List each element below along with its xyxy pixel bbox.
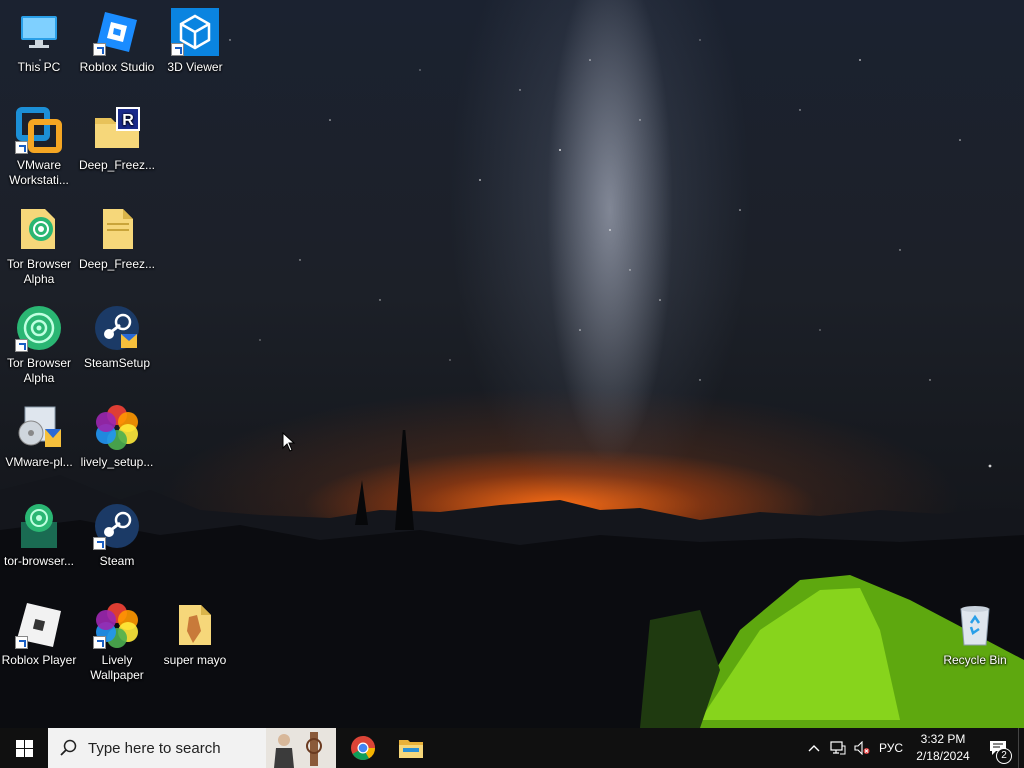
cube-icon (171, 8, 219, 56)
notification-count-badge: 2 (996, 748, 1012, 764)
shortcut-arrow-icon (93, 636, 106, 649)
desktop-icon-vmware-player-setup[interactable]: VMware-pl... (0, 403, 78, 470)
taskbar-file-explorer[interactable] (387, 728, 435, 768)
search-placeholder: Type here to search (88, 739, 221, 757)
taskbar-chrome[interactable] (339, 728, 387, 768)
mountain-silhouette (0, 430, 1024, 728)
folder-icon (399, 740, 423, 758)
shortcut-arrow-icon (15, 636, 28, 649)
icon-label: 3D Viewer (167, 60, 223, 74)
clock-date: 2/18/2024 (916, 749, 970, 763)
monitor-icon (15, 8, 63, 56)
windows-logo-icon (15, 739, 33, 757)
steam-setup-icon (93, 304, 141, 352)
icon-label: Tor Browser Alpha (6, 257, 71, 286)
tor-folder-icon (15, 205, 63, 253)
desktop-icon-this-pc[interactable]: This PC (0, 8, 78, 75)
desktop-icon-roblox-studio[interactable]: Roblox Studio (78, 8, 156, 75)
shortcut-arrow-icon (93, 43, 106, 56)
start-button[interactable] (0, 728, 48, 768)
action-center-button[interactable]: 2 (978, 728, 1018, 768)
desktop-icon-steam[interactable]: Steam (78, 502, 156, 569)
desktop-icon-recycle-bin[interactable]: Recycle Bin (936, 601, 1014, 668)
icon-label: Recycle Bin (943, 653, 1007, 667)
shortcut-arrow-icon (15, 339, 28, 352)
show-hidden-icons-button[interactable] (802, 728, 826, 768)
input-language-button[interactable]: РУС (874, 728, 908, 768)
network-button[interactable] (826, 728, 850, 768)
search-highlight-illustration-icon (266, 728, 336, 768)
roblox-studio-icon (93, 8, 141, 56)
desktop-icon-tor-browser-installer[interactable]: tor-browser... (0, 502, 78, 569)
icon-label: Lively Wallpaper (90, 653, 144, 682)
svg-text:R: R (122, 112, 134, 129)
shortcut-arrow-icon (93, 537, 106, 550)
network-icon (830, 741, 846, 755)
desktop-icon-super-mayo[interactable]: super mayo (156, 601, 234, 668)
icon-label: Roblox Studio (79, 60, 155, 74)
installer-icon (15, 403, 63, 451)
icon-label: SteamSetup (83, 356, 151, 370)
roblox-player-icon (15, 601, 63, 649)
desktop-icon-deep-freeze-1[interactable]: R Deep_Freez... (78, 106, 156, 173)
folder-icon (93, 205, 141, 253)
icon-label: Deep_Freez... (78, 257, 156, 271)
desktop-icon-vmware-workstation[interactable]: VMware Workstati... (0, 106, 78, 188)
folder-icon: R (93, 106, 141, 154)
chrome-icon (351, 736, 375, 761)
mouse-cursor-icon (282, 432, 296, 452)
icon-label: tor-browser... (3, 554, 75, 568)
steam-icon (93, 502, 141, 550)
shortcut-arrow-icon (15, 141, 28, 154)
chevron-up-icon (808, 745, 820, 752)
volume-muted-icon (854, 741, 870, 755)
desktop-icon-3d-viewer[interactable]: 3D Viewer (156, 8, 234, 75)
clock-time: 3:32 PM (920, 732, 966, 746)
icon-label: Roblox Player (1, 653, 77, 667)
system-tray: РУС 3:32 PM 2/18/2024 2 (802, 728, 1024, 768)
icon-label: Steam (99, 554, 135, 568)
icon-label: lively_setup... (80, 455, 154, 469)
tor-installer-icon (15, 502, 63, 550)
recycle-bin-icon (951, 601, 999, 649)
icon-label: Deep_Freez... (78, 158, 156, 172)
icon-label: This PC (17, 60, 61, 74)
desktop-icon-lively-setup[interactable]: lively_setup... (78, 403, 156, 470)
desktop-icon-lively-wallpaper[interactable]: Lively Wallpaper (78, 601, 156, 683)
tor-browser-icon (15, 304, 63, 352)
search-icon (60, 739, 77, 756)
language-indicator: РУС (878, 741, 904, 755)
icon-label: Tor Browser Alpha (6, 356, 71, 385)
show-desktop-button[interactable] (1018, 728, 1024, 768)
desktop-icon-steam-setup[interactable]: SteamSetup (78, 304, 156, 371)
shortcut-arrow-icon (171, 43, 184, 56)
taskbar-search-box[interactable]: Type here to search (48, 728, 336, 768)
vmware-icon (15, 106, 63, 154)
lively-icon (93, 601, 141, 649)
clock-button[interactable]: 3:32 PM 2/18/2024 (908, 728, 978, 768)
icon-label: super mayo (163, 653, 227, 667)
folder-icon (171, 601, 219, 649)
lively-icon (93, 403, 141, 451)
desktop-icon-roblox-player[interactable]: Roblox Player (0, 601, 78, 668)
desktop-icon-tor-browser-alpha[interactable]: Tor Browser Alpha (0, 304, 78, 386)
volume-button[interactable] (850, 728, 874, 768)
icon-label: VMware-pl... (5, 455, 73, 469)
desktop-icon-tor-browser-alpha-folder[interactable]: Tor Browser Alpha (0, 205, 78, 287)
desktop-icon-deep-freeze-2[interactable]: Deep_Freez... (78, 205, 156, 272)
taskbar: Type here to search РУС 3:32 PM 2/18/202… (0, 728, 1024, 768)
icon-label: VMware Workstati... (9, 158, 69, 187)
